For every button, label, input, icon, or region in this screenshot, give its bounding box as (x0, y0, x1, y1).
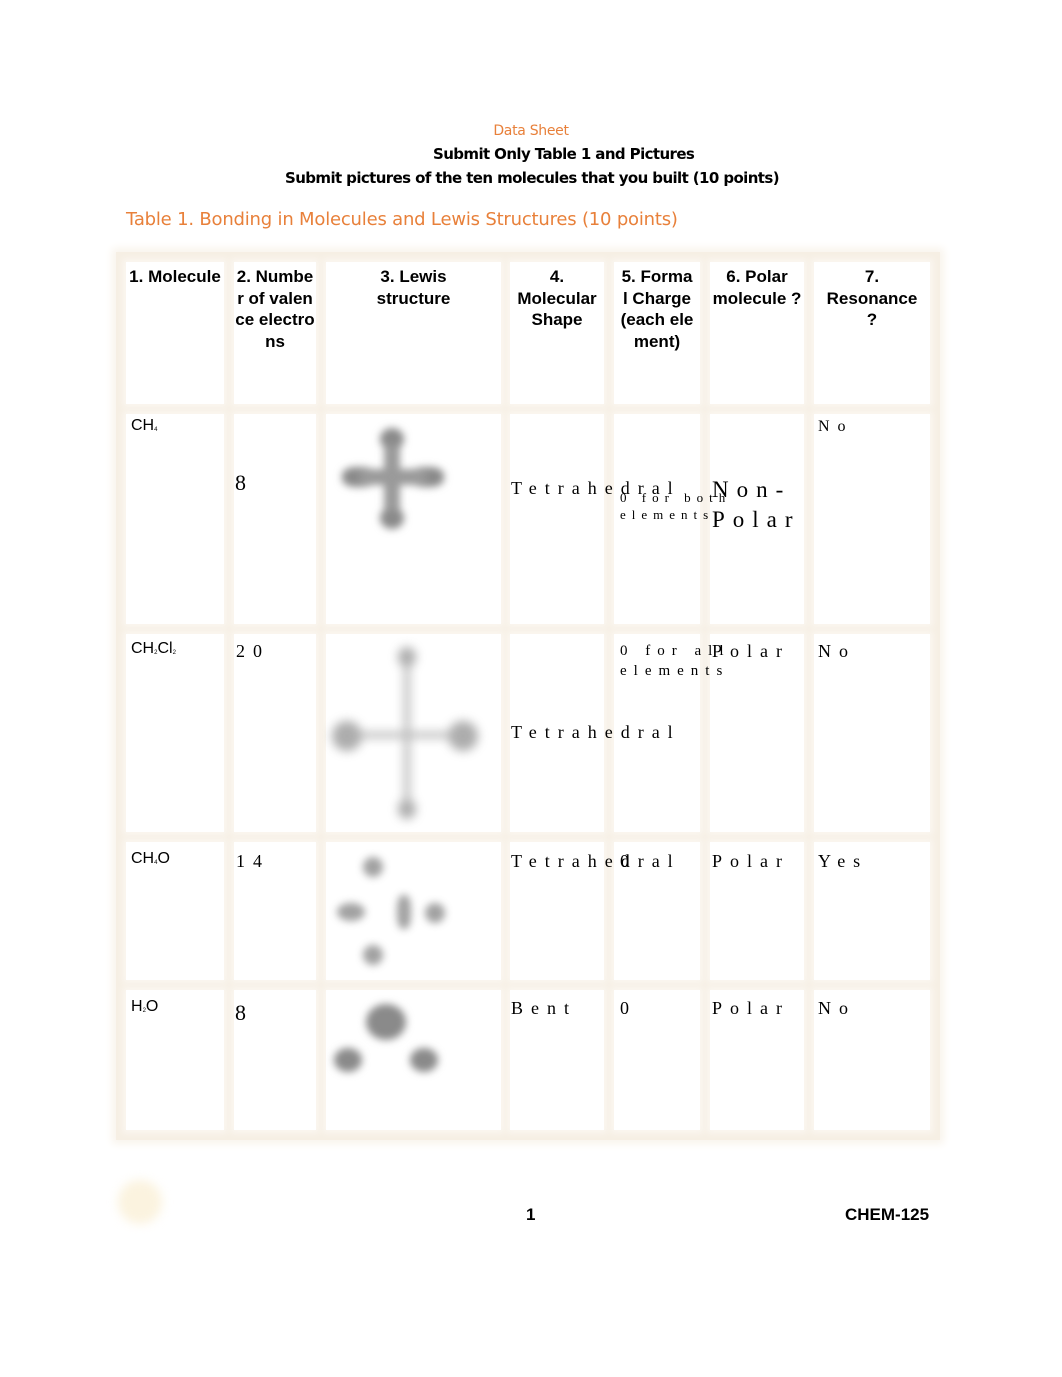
table-row (126, 634, 224, 832)
molecule-formula: CH2Cl2 (131, 640, 176, 658)
resonance-value: No (818, 418, 854, 435)
header-molecular-shape: 4. Molecular Shape (510, 262, 604, 404)
resonance-value: No (818, 641, 856, 661)
header-label: 1. Molecule (129, 267, 221, 286)
molecular-shape-value: Tetrahedral (511, 851, 681, 871)
formal-charge-value: 0 (620, 851, 637, 871)
row-cell (234, 634, 316, 832)
page-number: 1 (526, 1205, 536, 1224)
formula-part: O (145, 998, 159, 1015)
valence-electrons-value: 8 (235, 470, 254, 495)
polar-value: Polar (712, 641, 790, 661)
row-cell (510, 414, 604, 624)
formula-subscript: 4 (154, 860, 158, 866)
header-label: 2. Number of valence electrons (235, 267, 315, 351)
instruction-submit-table: Submit Only Table 1 and Pictures (433, 145, 695, 163)
lewis-structure-image (335, 855, 455, 970)
polar-value: Polar (712, 998, 790, 1018)
header-polar-molecule: 6. Polar molecule ? (710, 262, 804, 404)
polar-value: Polar (712, 851, 790, 871)
valence-electrons-value: 8 (235, 1000, 254, 1025)
header-lewis-structure: 3. Lewis structure (326, 262, 501, 404)
row-cell (814, 634, 930, 832)
footer-decoration-icon (118, 1180, 162, 1224)
document-heading: Data Sheet (493, 123, 569, 139)
lewis-structure-image (330, 645, 480, 825)
valence-electrons-value: 14 (236, 851, 270, 871)
polar-value: Non-Polar (712, 477, 801, 532)
lewis-structure-image (330, 1000, 450, 1080)
molecule-formula: CH4O (131, 850, 170, 868)
molecule-formula: H2O (131, 998, 158, 1016)
formula-part: CH (131, 640, 155, 657)
valence-electrons-value: 20 (236, 641, 270, 661)
resonance-value: No (818, 998, 856, 1018)
formula-part: Cl (157, 640, 173, 657)
formal-charge-value: 0 (620, 998, 637, 1018)
formula-subscript: 4 (154, 427, 158, 433)
formula-part: H (131, 998, 143, 1015)
formula-part: CH (131, 417, 155, 434)
formula-part: O (157, 850, 170, 867)
lewis-structure-image (340, 425, 450, 535)
molecular-shape-value: Tetrahedral (511, 722, 681, 742)
header-molecule: 1. Molecule (126, 262, 224, 404)
table-caption: Table 1. Bonding in Molecules and Lewis … (126, 209, 678, 230)
formula-subscript: 2 (154, 650, 158, 656)
formula-part: CH (131, 850, 155, 867)
header-label: 5. Formal Charge (each element) (620, 267, 694, 351)
header-label: 4. Molecular Shape (517, 267, 597, 329)
table-row (126, 414, 224, 624)
header-resonance: 7. Resonance ? (814, 262, 930, 404)
header-label: 6. Polar molecule ? (712, 267, 802, 308)
resonance-value: Yes (818, 851, 869, 871)
header-label: 3. Lewis structure (376, 267, 451, 308)
molecule-formula: CH4 (131, 417, 157, 435)
header-valence-electrons: 2. Number of valence electrons (234, 262, 316, 404)
header-label: 7. Resonance ? (826, 267, 918, 329)
row-cell (234, 414, 316, 624)
molecular-shape-value: Bent (511, 998, 577, 1018)
instruction-submit-pictures: Submit pictures of the ten molecules tha… (285, 169, 780, 187)
formula-subscript: 2 (142, 1008, 146, 1014)
course-code: CHEM-125 (845, 1205, 930, 1224)
formula-subscript: 2 (172, 650, 176, 656)
header-formal-charge: 5. Formal Charge (each element) (614, 262, 700, 404)
